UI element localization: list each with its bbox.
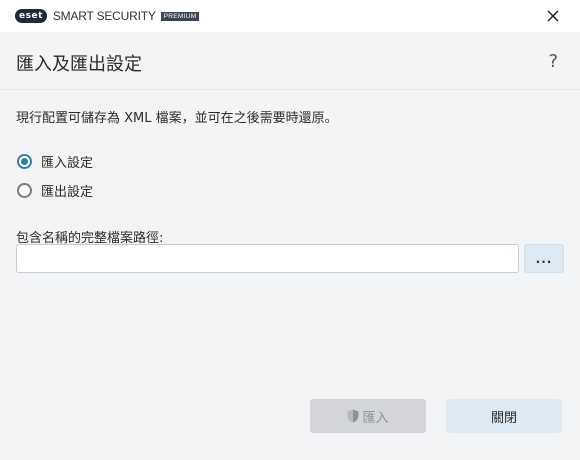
browse-button[interactable]: ... bbox=[524, 244, 564, 273]
description-text: 現行配置可儲存為 XML 檔案，並可在之後需要時還原。 bbox=[16, 111, 338, 126]
radio-export-settings[interactable]: 匯出設定 bbox=[17, 181, 93, 200]
radio-button-selected[interactable] bbox=[17, 154, 32, 169]
page-title: 匯入及匯出設定 bbox=[16, 54, 142, 75]
shield-icon bbox=[347, 409, 359, 423]
radio-label-export: 匯出設定 bbox=[41, 185, 94, 200]
eset-logo: eset bbox=[15, 9, 47, 23]
title-bar: eset SMART SECURITY PREMIUM bbox=[0, 0, 580, 32]
close-button-label: 關閉 bbox=[490, 410, 517, 426]
edition-badge: PREMIUM bbox=[160, 11, 200, 21]
brand: eset SMART SECURITY PREMIUM bbox=[15, 9, 200, 23]
import-button[interactable]: 匯入 bbox=[310, 399, 426, 433]
dialog-header: 匯入及匯出設定 ? bbox=[0, 32, 580, 90]
close-icon[interactable] bbox=[544, 7, 562, 25]
radio-import-settings[interactable]: 匯入設定 bbox=[17, 152, 93, 171]
product-name: SMART SECURITY bbox=[52, 9, 156, 23]
help-button[interactable]: ? bbox=[548, 51, 558, 72]
radio-button[interactable] bbox=[17, 183, 32, 198]
radio-label-import: 匯入設定 bbox=[41, 156, 94, 171]
import-button-label: 匯入 bbox=[362, 410, 389, 426]
close-dialog-button[interactable]: 關閉 bbox=[446, 399, 562, 433]
file-path-input[interactable] bbox=[16, 244, 519, 273]
